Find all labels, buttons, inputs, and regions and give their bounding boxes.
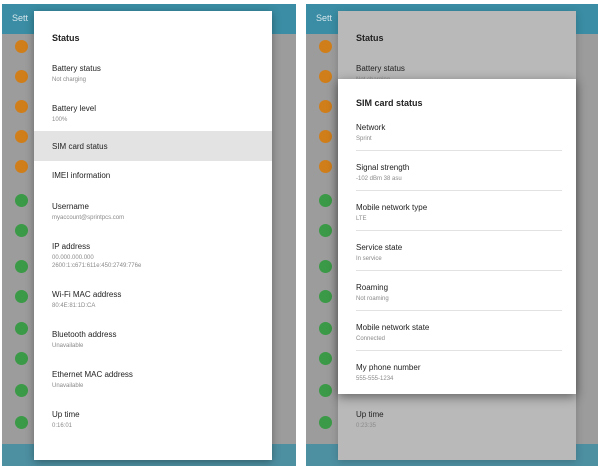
settings-icon bbox=[319, 352, 332, 365]
settings-icon bbox=[319, 160, 332, 173]
left-screenshot: Sett Status Battery status Not charging … bbox=[2, 4, 296, 466]
sim-item-network[interactable]: Network Sprint bbox=[338, 117, 576, 147]
status-dialog: Status Battery status Not charging Batte… bbox=[34, 11, 272, 460]
item-title: Battery level bbox=[52, 104, 97, 113]
item-title: Ethernet MAC address bbox=[52, 370, 133, 379]
settings-icon bbox=[15, 130, 28, 143]
item-title: Mobile network type bbox=[356, 203, 428, 212]
settings-icon bbox=[15, 194, 28, 207]
dialog-title: SIM card status bbox=[356, 98, 423, 108]
settings-icon bbox=[319, 130, 332, 143]
item-title: Up time bbox=[52, 410, 80, 419]
item-value: 100% bbox=[52, 117, 68, 123]
item-value: Unavailable bbox=[52, 383, 84, 389]
item-title: Battery status bbox=[356, 64, 405, 73]
settings-icon bbox=[319, 384, 332, 397]
settings-icon bbox=[15, 416, 28, 429]
settings-icon bbox=[15, 290, 28, 303]
status-item-battery-status[interactable]: Battery status Not charging bbox=[34, 61, 272, 91]
item-title: IP address bbox=[52, 242, 91, 251]
settings-icon bbox=[15, 160, 28, 173]
item-value: Unavailable bbox=[52, 343, 84, 349]
settings-icon bbox=[319, 40, 332, 53]
divider bbox=[356, 350, 562, 351]
settings-icon bbox=[319, 224, 332, 237]
item-value: Not roaming bbox=[356, 296, 389, 302]
item-title: IMEI information bbox=[52, 171, 111, 180]
settings-icon bbox=[15, 100, 28, 113]
sim-item-signal-strength[interactable]: Signal strength -102 dBm 38 asu bbox=[338, 157, 576, 187]
status-item-sim-card-status[interactable]: SIM card status bbox=[34, 131, 272, 161]
status-item-imei-information[interactable]: IMEI information bbox=[34, 168, 272, 198]
item-title: SIM card status bbox=[52, 142, 108, 151]
item-value: 80:4E:81:1D:CA bbox=[52, 303, 96, 309]
item-value: 0:23:35 bbox=[356, 423, 377, 429]
divider bbox=[356, 150, 562, 151]
divider bbox=[356, 230, 562, 231]
settings-icon bbox=[15, 352, 28, 365]
divider bbox=[356, 310, 562, 311]
status-item-up-time[interactable]: Up time 0:16:01 bbox=[34, 407, 272, 437]
status-item-battery-level[interactable]: Battery level 100% bbox=[34, 101, 272, 131]
sim-card-status-dialog: SIM card status Network Sprint Signal st… bbox=[338, 79, 576, 394]
status-item-wifi-mac-address[interactable]: Wi-Fi MAC address 80:4E:81:1D:CA bbox=[34, 287, 272, 317]
item-title: Network bbox=[356, 123, 386, 132]
settings-icon bbox=[319, 260, 332, 273]
settings-icon bbox=[319, 322, 332, 335]
settings-icon bbox=[15, 40, 28, 53]
status-item-ethernet-mac-address[interactable]: Ethernet MAC address Unavailable bbox=[34, 367, 272, 397]
item-value: LTE bbox=[356, 216, 367, 222]
item-value: Sprint bbox=[356, 136, 372, 142]
item-title: Bluetooth address bbox=[52, 330, 117, 339]
settings-icon bbox=[319, 194, 332, 207]
item-value: myaccount@sprintpcs.com bbox=[52, 215, 125, 221]
settings-icon bbox=[319, 100, 332, 113]
status-item-up-time: Up time 0:23:35 bbox=[338, 407, 576, 437]
item-value-secondary: 2600:1:c671:611e:450:2749:776e bbox=[52, 263, 142, 269]
item-value: -102 dBm 38 asu bbox=[356, 176, 402, 182]
settings-icon bbox=[15, 322, 28, 335]
dialog-title: Status bbox=[52, 33, 80, 43]
item-value: 555-555-1234 bbox=[356, 376, 394, 382]
dialog-title: Status bbox=[356, 33, 384, 43]
item-title: My phone number bbox=[356, 363, 421, 372]
item-title: Wi-Fi MAC address bbox=[52, 290, 122, 299]
settings-icon bbox=[319, 416, 332, 429]
right-screenshot: Sett Status Battery status Not charging … bbox=[306, 4, 598, 466]
item-title: Signal strength bbox=[356, 163, 410, 172]
item-title: Mobile network state bbox=[356, 323, 430, 332]
settings-icon bbox=[15, 260, 28, 273]
divider bbox=[356, 190, 562, 191]
sim-item-mobile-network-type[interactable]: Mobile network type LTE bbox=[338, 197, 576, 227]
sim-item-service-state[interactable]: Service state In service bbox=[338, 237, 576, 267]
item-value: Connected bbox=[356, 336, 386, 342]
settings-icon bbox=[15, 224, 28, 237]
item-title: Roaming bbox=[356, 283, 389, 292]
item-value: 00.000.000.000 bbox=[52, 255, 94, 261]
status-item-username[interactable]: Username myaccount@sprintpcs.com bbox=[34, 199, 272, 229]
sim-item-mobile-network-state[interactable]: Mobile network state Connected bbox=[338, 317, 576, 347]
settings-icon bbox=[15, 70, 28, 83]
status-item-ip-address[interactable]: IP address 00.000.000.000 2600:1:c671:61… bbox=[34, 239, 272, 269]
sim-item-roaming[interactable]: Roaming Not roaming bbox=[338, 277, 576, 307]
settings-icon bbox=[319, 70, 332, 83]
app-bar-title: Sett bbox=[316, 13, 333, 23]
sim-item-my-phone-number[interactable]: My phone number 555-555-1234 bbox=[338, 357, 576, 387]
divider bbox=[356, 270, 562, 271]
settings-icon bbox=[319, 290, 332, 303]
item-value: In service bbox=[356, 256, 382, 262]
item-title: Battery status bbox=[52, 64, 101, 73]
item-title: Service state bbox=[356, 243, 403, 252]
item-value: Not charging bbox=[52, 77, 87, 83]
app-bar-title: Sett bbox=[12, 13, 29, 23]
settings-icon bbox=[15, 384, 28, 397]
item-title: Up time bbox=[356, 410, 384, 419]
item-value: 0:16:01 bbox=[52, 423, 73, 429]
item-title: Username bbox=[52, 202, 89, 211]
status-item-bluetooth-address[interactable]: Bluetooth address Unavailable bbox=[34, 327, 272, 357]
